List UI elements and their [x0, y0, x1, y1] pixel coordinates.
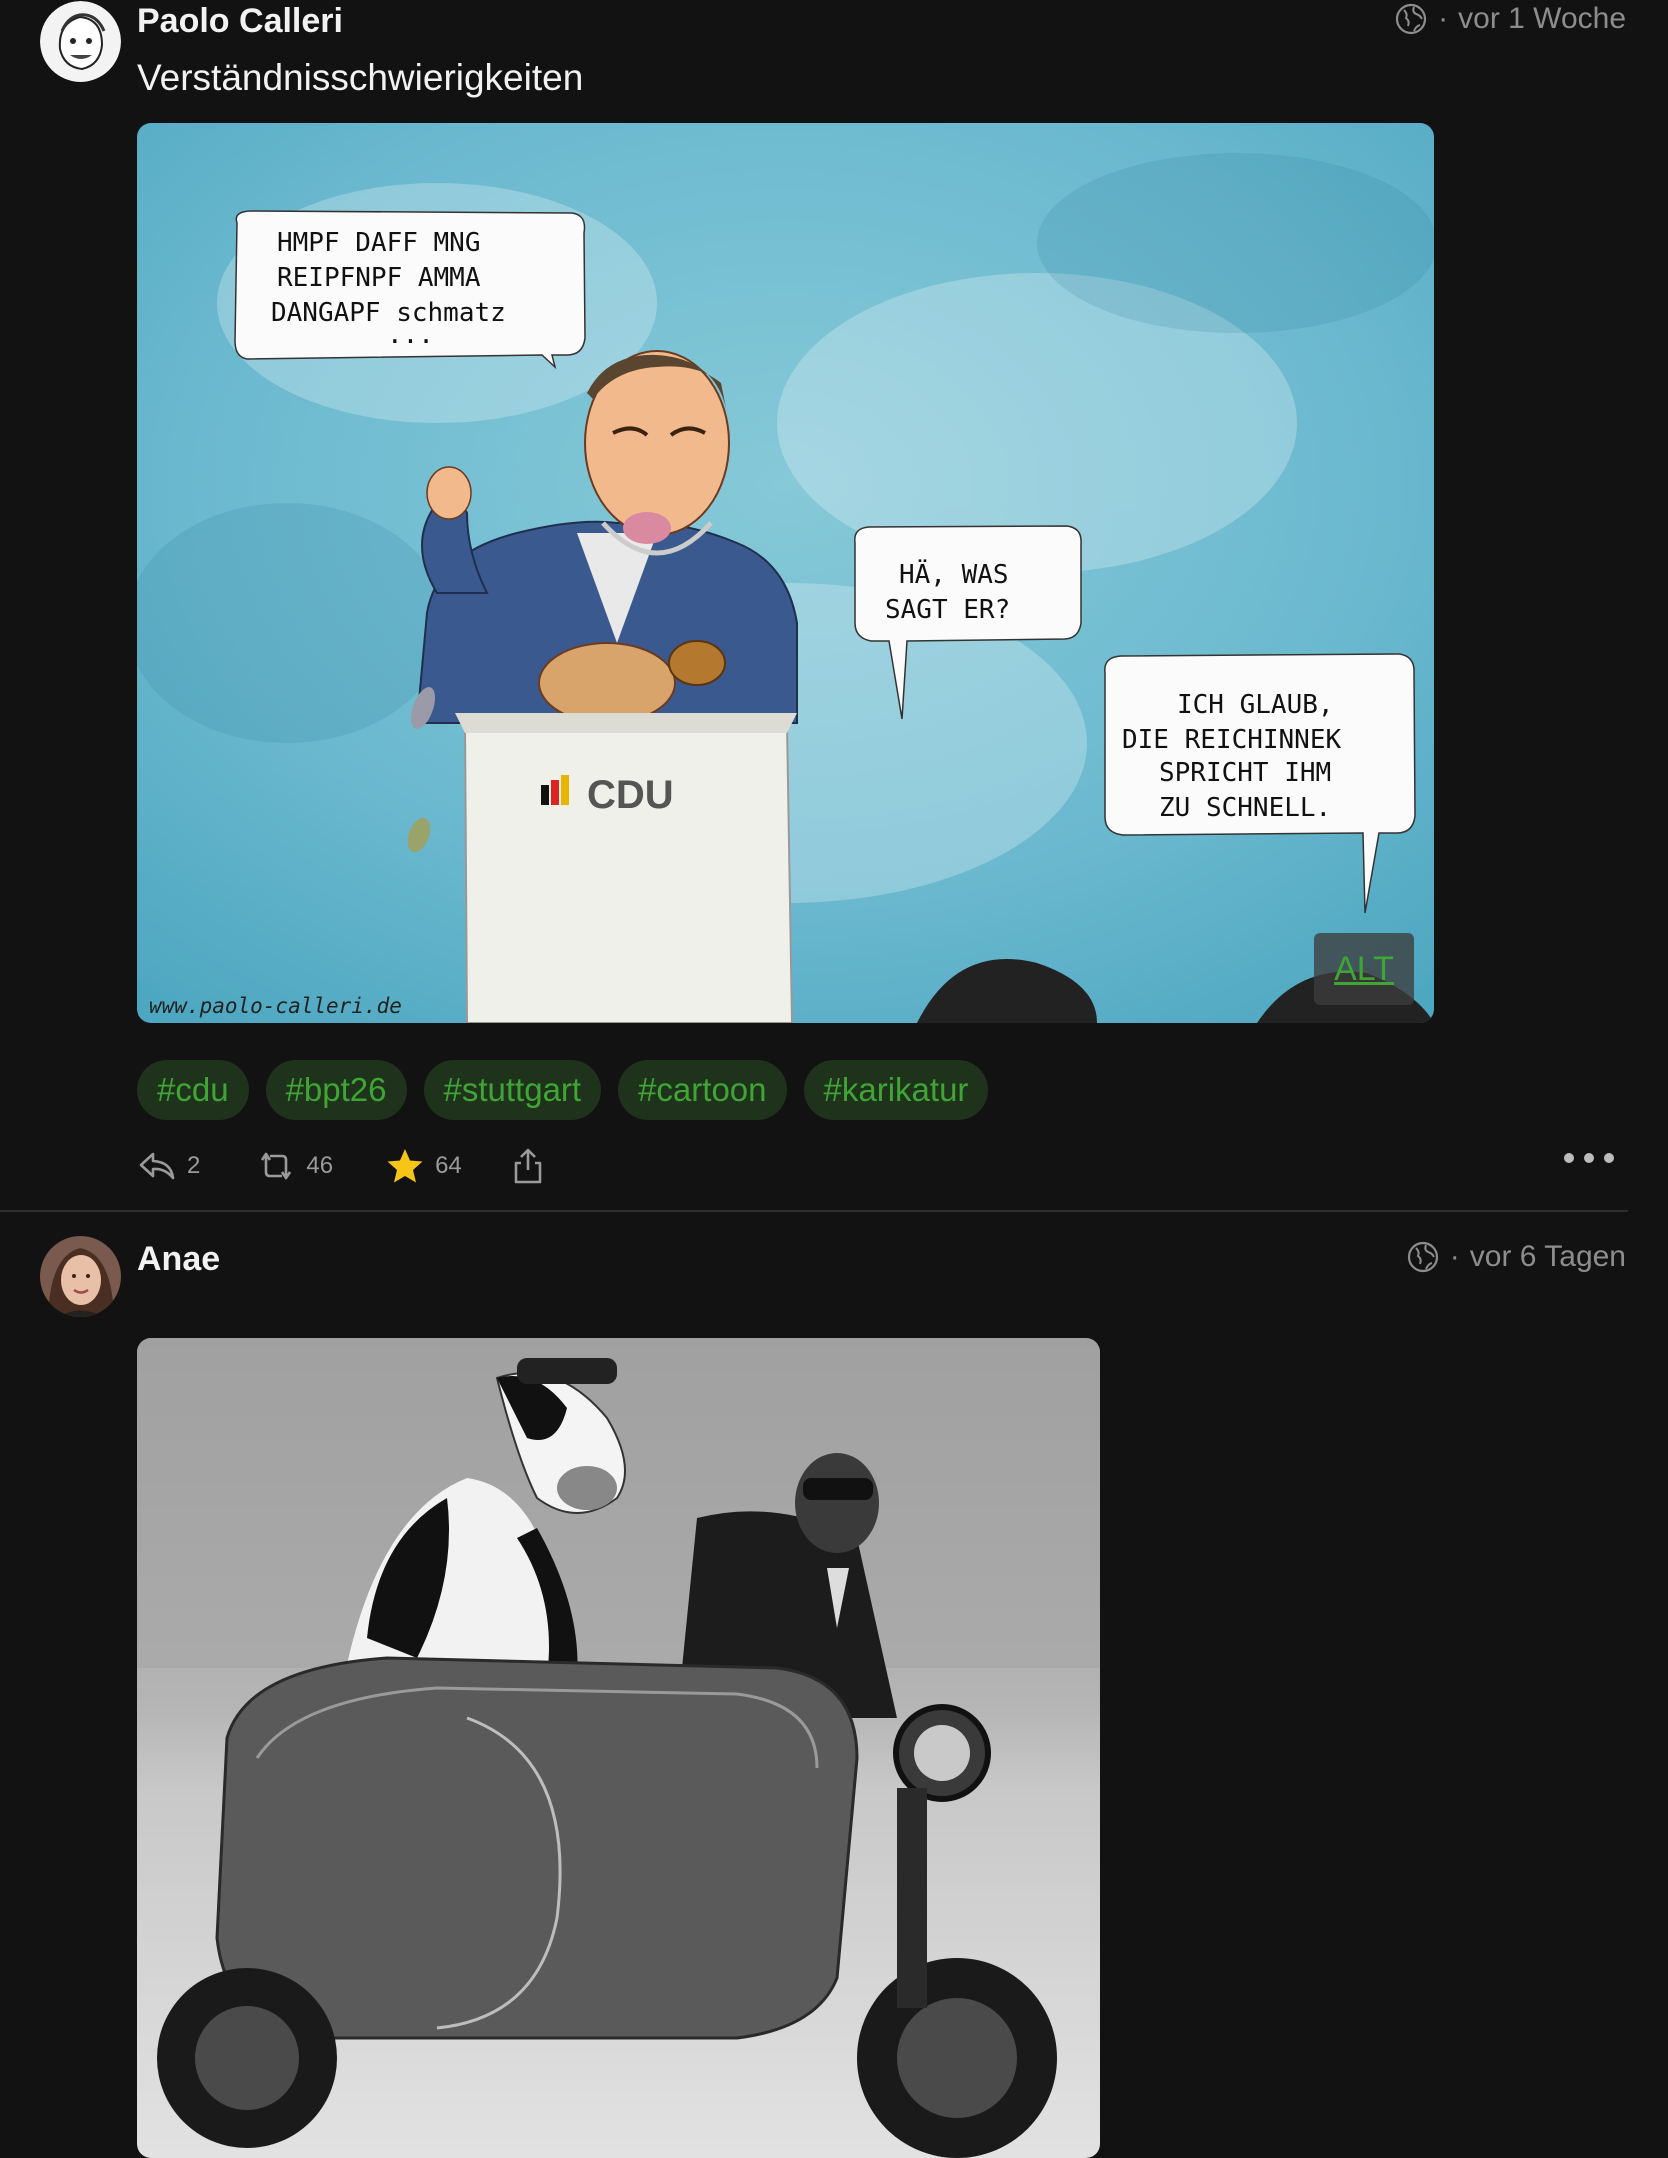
hashtag-list: #cdu #bpt26 #stuttgart #cartoon #karikat… — [137, 1060, 989, 1120]
hashtag-karikatur[interactable]: #karikatur — [803, 1060, 989, 1120]
share-icon — [514, 1148, 542, 1184]
post-time[interactable]: vor 6 Tagen — [1470, 1240, 1626, 1274]
bubble1-dots: ... — [387, 320, 434, 350]
hashtag-cdu[interactable]: #cdu — [137, 1060, 249, 1120]
avatar[interactable] — [40, 1, 121, 82]
cartoon-signature: www.paolo-calleri.de — [149, 994, 402, 1018]
bubble1-line1: HMPF DAFF MNG — [277, 228, 481, 258]
boost-button[interactable]: 46 — [256, 1146, 333, 1186]
post-anae[interactable]: Anae · vor 6 Tagen — [0, 1212, 1668, 2158]
reply-icon — [139, 1152, 175, 1180]
hashtag-bpt26[interactable]: #bpt26 — [265, 1060, 407, 1120]
bubble2-line2: SAGT ER? — [885, 595, 1010, 625]
boost-count: 46 — [306, 1152, 334, 1179]
dot-separator: · — [1449, 1240, 1460, 1273]
podium-label: CDU — [587, 773, 674, 817]
bubble3-line4: ZU SCHNELL. — [1159, 793, 1331, 823]
favourite-button[interactable]: 64 — [385, 1146, 462, 1186]
post-time[interactable]: vor 1 Woche — [1458, 2, 1626, 36]
photo-cow-sidecar[interactable] — [137, 1338, 1100, 2158]
post-meta: · vor 1 Woche — [1394, 2, 1626, 36]
author-name[interactable]: Paolo Calleri — [137, 2, 343, 41]
bubble3-line1: ICH GLAUB, — [1177, 690, 1334, 720]
alt-text-button[interactable]: ALT — [1314, 933, 1414, 1005]
post-meta: · vor 6 Tagen — [1406, 1240, 1626, 1274]
boost-icon — [261, 1152, 292, 1180]
reply-button[interactable]: 2 — [137, 1146, 200, 1186]
globe-icon — [1407, 1241, 1438, 1273]
bubble2-line1: HÄ, WAS — [899, 558, 1009, 590]
dot-separator: · — [1438, 2, 1449, 35]
reply-count: 2 — [187, 1152, 201, 1179]
post-text: Verständnisschwierigkeiten — [137, 57, 584, 98]
more-options-icon[interactable] — [1562, 1150, 1616, 1166]
post-actions: 2 46 64 — [137, 1146, 548, 1186]
hashtag-stuttgart[interactable]: #stuttgart — [423, 1060, 602, 1120]
bubble1-line2: REIPFNPF AMMA — [277, 263, 481, 293]
bubble3-line3: SPRICHT IHM — [1159, 758, 1331, 788]
cartoon-image[interactable]: CDU HMPF DAFF MNG REIPFNPF AMMA DANGAPF … — [137, 123, 1434, 1023]
globe-icon — [1396, 3, 1427, 35]
share-button[interactable] — [508, 1146, 548, 1186]
post-paolo-calleri[interactable]: Paolo Calleri · vor 1 Woche Verständniss… — [0, 0, 1668, 1212]
favourite-count: 64 — [435, 1152, 462, 1179]
author-name[interactable]: Anae — [137, 1240, 220, 1279]
avatar[interactable] — [40, 1236, 121, 1317]
hashtag-cartoon[interactable]: #cartoon — [618, 1060, 787, 1120]
star-icon — [387, 1149, 423, 1183]
bubble3-line2: DIE REICHINNEK — [1122, 725, 1341, 755]
